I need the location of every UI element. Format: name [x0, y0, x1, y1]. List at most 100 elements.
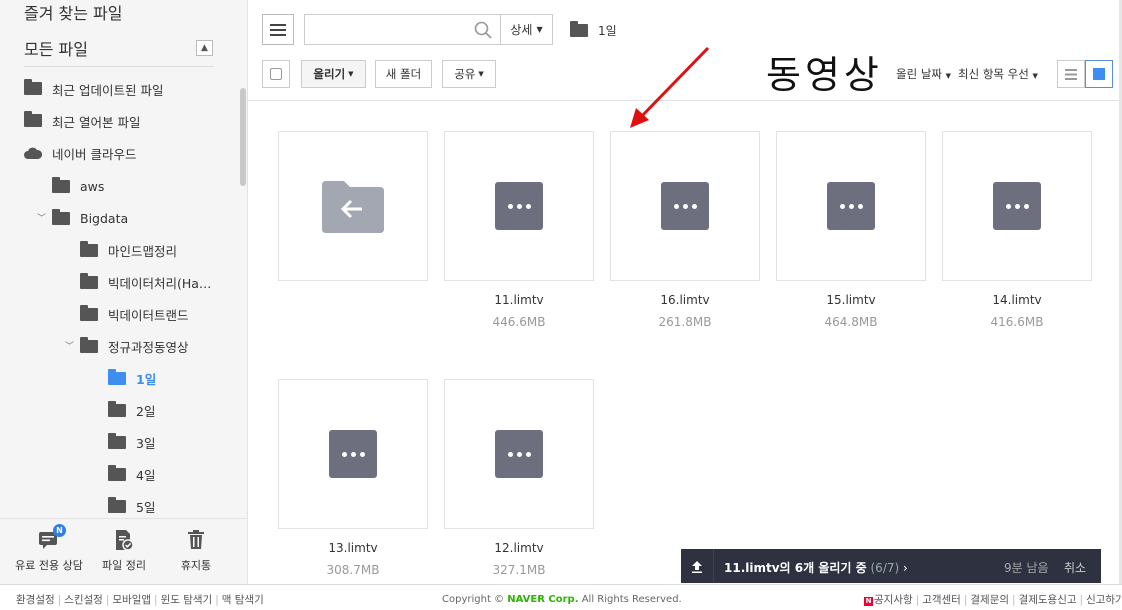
- footer-link[interactable]: 신고하기: [1086, 594, 1122, 606]
- sidebar-item-bigdata-processing[interactable]: 빅데이터처리(Ha…: [80, 271, 211, 293]
- sidebar-item-naver-cloud[interactable]: 네이버 클라우드: [24, 142, 136, 164]
- file-thumbnail[interactable]: [942, 131, 1092, 281]
- folder-icon: [80, 337, 98, 353]
- footer-link[interactable]: 공지사항: [874, 594, 913, 606]
- footer-link[interactable]: 고객센터: [922, 594, 961, 606]
- share-button[interactable]: 공유 ▼: [442, 60, 496, 88]
- upload-status-text[interactable]: 11.limtv의 6개 올리기 중 (6/7) ›: [724, 559, 908, 576]
- search-input[interactable]: [305, 15, 465, 44]
- file-thumbnail[interactable]: [278, 379, 428, 529]
- folder-open-icon: [24, 111, 42, 128]
- file-organize-icon: [113, 529, 135, 551]
- sidebar-divider: [24, 66, 214, 67]
- brand-name[interactable]: NAVER Corp.: [507, 594, 578, 605]
- all-files-link[interactable]: 모든 파일: [24, 36, 88, 60]
- sidebar-item-day1[interactable]: 1일: [108, 367, 156, 389]
- organize-files-button[interactable]: 파일 정리: [94, 529, 154, 573]
- footer-link[interactable]: 스킨설정: [64, 594, 103, 606]
- sort-order-label: 최신 항목 우선: [958, 67, 1029, 81]
- file-generic-icon: [661, 182, 709, 230]
- upload-label: 올리기: [313, 67, 346, 81]
- parent-folder-tile[interactable]: [278, 131, 428, 281]
- hamburger-icon: [270, 23, 286, 36]
- footer-right-links: N 공지사항 | 고객센터 | 결제문의 | 결제도용신고 | 신고하기: [864, 592, 1122, 607]
- sidebar-item-day4[interactable]: 4일: [108, 463, 155, 485]
- sidebar-item-day3[interactable]: 3일: [108, 431, 155, 453]
- file-name[interactable]: 15.limtv: [776, 293, 926, 307]
- trash-button[interactable]: 휴지통: [166, 529, 226, 573]
- time-remaining: 9분 남음: [1004, 561, 1049, 575]
- menu-button[interactable]: [262, 14, 294, 45]
- file-size: 327.1MB: [492, 563, 546, 577]
- file-thumbnail[interactable]: [776, 131, 926, 281]
- sort-by-date-dropdown[interactable]: 올린 날짜 ▼: [896, 66, 951, 82]
- file-generic-icon: [495, 430, 543, 478]
- collapse-button[interactable]: ▲: [196, 40, 213, 56]
- file-tile[interactable]: 16.limtv 261.8MB: [610, 131, 760, 329]
- sidebar-item-recent-updated[interactable]: 최근 업데이트된 파일: [24, 78, 163, 100]
- chevron-down-icon[interactable]: ﹀: [65, 339, 74, 352]
- list-view-icon: [1065, 68, 1077, 80]
- file-thumbnail[interactable]: [610, 131, 760, 281]
- thumbnail-view-button[interactable]: [1085, 60, 1113, 88]
- footer-link[interactable]: 결제도용신고: [1019, 594, 1077, 606]
- sidebar-item-bigdata-trend[interactable]: 빅데이터트랜드: [80, 303, 189, 325]
- folder-icon: [80, 241, 98, 257]
- file-thumbnail[interactable]: [444, 131, 594, 281]
- file-tile[interactable]: 14.limtv 416.6MB: [942, 131, 1092, 329]
- list-view-button[interactable]: [1057, 60, 1085, 88]
- sidebar-item-aws[interactable]: aws: [52, 175, 104, 197]
- file-generic-icon: [329, 430, 377, 478]
- footer-link[interactable]: 환경설정: [16, 594, 55, 606]
- copyright-prefix: Copyright ©: [442, 594, 505, 605]
- paid-consult-button[interactable]: N 유료 전용 상담: [12, 524, 86, 573]
- caret-down-icon: ▼: [945, 72, 952, 80]
- file-tile[interactable]: 15.limtv 464.8MB: [776, 131, 926, 329]
- footer-link[interactable]: 윈도 탐색기: [161, 594, 213, 606]
- cancel-upload-button[interactable]: 취소: [1064, 559, 1086, 576]
- file-tile[interactable]: 11.limtv 446.6MB: [444, 131, 594, 329]
- sidebar-item-regular-videos[interactable]: ﹀ 정규과정동영상: [65, 335, 189, 357]
- sidebar-item-label: 최근 열어본 파일: [52, 114, 141, 130]
- sidebar-item-day5[interactable]: 5일: [108, 495, 155, 517]
- upload-button[interactable]: 올리기 ▼: [301, 60, 366, 88]
- sort-order-dropdown[interactable]: 최신 항목 우선 ▼: [958, 66, 1038, 82]
- file-name[interactable]: 16.limtv: [610, 293, 760, 307]
- detail-search-dropdown[interactable]: 상세 ▼: [500, 14, 553, 45]
- folder-upload-icon: [24, 79, 42, 96]
- select-all-checkbox[interactable]: [262, 60, 290, 88]
- sidebar-item-recent-opened[interactable]: 최근 열어본 파일: [24, 110, 140, 132]
- new-folder-button[interactable]: 새 폴더: [375, 60, 432, 88]
- sidebar-item-label: 2일: [136, 403, 156, 419]
- file-size: 446.6MB: [492, 315, 546, 329]
- upload-count: (6/7): [870, 561, 900, 575]
- sidebar-item-label: 최근 업데이트된 파일: [52, 82, 164, 98]
- sidebar-item-label: Bigdata: [80, 210, 129, 226]
- footer-link[interactable]: 모바일앱: [112, 594, 151, 606]
- file-name[interactable]: 11.limtv: [444, 293, 594, 307]
- file-tile[interactable]: 13.limtv 308.7MB: [278, 379, 428, 577]
- file-name[interactable]: 13.limtv: [278, 541, 428, 555]
- favorites-link[interactable]: 즐겨 찾는 파일: [24, 0, 123, 24]
- folder-icon: [80, 305, 98, 321]
- upload-status-bar[interactable]: 11.limtv의 6개 올리기 중 (6/7) › 9분 남음 취소: [681, 549, 1101, 583]
- sidebar-item-day2[interactable]: 2일: [108, 399, 155, 421]
- file-tile[interactable]: 12.limtv 327.1MB: [444, 379, 594, 577]
- file-generic-icon: [827, 182, 875, 230]
- sidebar-item-bigdata[interactable]: ﹀ Bigdata: [37, 207, 129, 229]
- sidebar-scrollbar[interactable]: [240, 88, 246, 186]
- file-name[interactable]: 14.limtv: [942, 293, 1092, 307]
- file-thumbnail[interactable]: [444, 379, 594, 529]
- footer-link[interactable]: 결제문의: [970, 594, 1009, 606]
- search-icon[interactable]: [474, 21, 492, 39]
- chevron-down-icon[interactable]: ﹀: [37, 211, 46, 224]
- chevron-up-icon: ▲: [201, 43, 208, 53]
- uploading-file-name: 11.limtv: [724, 561, 780, 575]
- share-label: 공유: [454, 67, 476, 81]
- sidebar-item-mindmap[interactable]: 마인드맵정리: [80, 239, 177, 261]
- parent-folder-thumbnail[interactable]: [278, 131, 428, 281]
- file-size: 416.6MB: [990, 315, 1044, 329]
- footer-link[interactable]: 맥 탐색기: [222, 594, 264, 606]
- file-name[interactable]: 12.limtv: [444, 541, 594, 555]
- chat-icon: N: [38, 524, 66, 551]
